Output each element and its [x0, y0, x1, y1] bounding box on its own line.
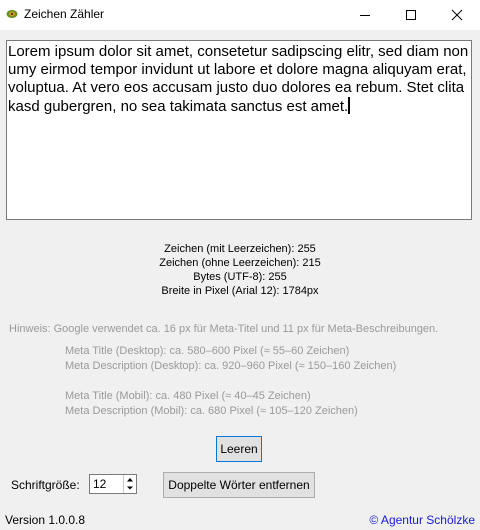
clear-button[interactable]: Leeren — [216, 436, 262, 462]
meta-mobile-title: Meta Title (Mobil): ca. 480 Pixel (≈ 40–… — [65, 390, 311, 402]
close-icon — [451, 9, 463, 21]
maximize-icon — [406, 10, 416, 20]
app-icon — [6, 10, 18, 18]
meta-mobile-info: Meta Title (Mobil): ca. 480 Pixel (≈ 40–… — [65, 389, 358, 419]
stat-chars-without-spaces: Zeichen (ohne Leerzeichen): 215 — [159, 257, 321, 269]
close-button[interactable] — [434, 0, 480, 30]
stat-pixel-width: Breite in Pixel (Arial 12): 1784px — [161, 285, 319, 297]
stats-panel: Zeichen (mit Leerzeichen): 255 Zeichen (… — [0, 242, 480, 298]
text-content: Lorem ipsum dolor sit amet, consetetur s… — [8, 43, 469, 115]
remove-duplicates-button[interactable]: Doppelte Wörter entfernen — [163, 472, 315, 498]
font-size-label: Schriftgröße: — [11, 478, 80, 492]
font-size-value[interactable]: 12 — [93, 477, 106, 491]
title-bar[interactable]: Zeichen Zähler — [0, 0, 480, 30]
font-size-spinbox[interactable]: 12 — [89, 474, 137, 494]
text-caret — [348, 97, 351, 114]
stat-bytes: Bytes (UTF-8): 255 — [193, 271, 287, 283]
stat-chars-with-spaces: Zeichen (mit Leerzeichen): 255 — [164, 243, 316, 255]
spin-arrows — [123, 475, 136, 493]
meta-desktop-description: Meta Description (Desktop): ca. 920–960 … — [65, 360, 397, 372]
credit-link[interactable]: © Agentur Schölzke — [369, 513, 475, 527]
hint-text: Hinweis: Google verwendet ca. 16 px für … — [9, 323, 439, 335]
spin-down-icon[interactable] — [124, 484, 136, 493]
meta-mobile-description: Meta Description (Mobil): ca. 680 Pixel … — [65, 405, 358, 417]
window-title: Zeichen Zähler — [24, 7, 105, 21]
meta-desktop-title: Meta Title (Desktop): ca. 580–600 Pixel … — [65, 345, 350, 357]
minimize-button[interactable] — [342, 0, 388, 30]
maximize-button[interactable] — [388, 0, 434, 30]
meta-desktop-info: Meta Title (Desktop): ca. 580–600 Pixel … — [65, 344, 396, 374]
spin-up-icon[interactable] — [124, 475, 136, 484]
minimize-icon — [360, 15, 370, 16]
version-label: Version 1.0.0.8 — [5, 513, 86, 527]
text-input-area[interactable]: Lorem ipsum dolor sit amet, consetetur s… — [6, 40, 472, 220]
